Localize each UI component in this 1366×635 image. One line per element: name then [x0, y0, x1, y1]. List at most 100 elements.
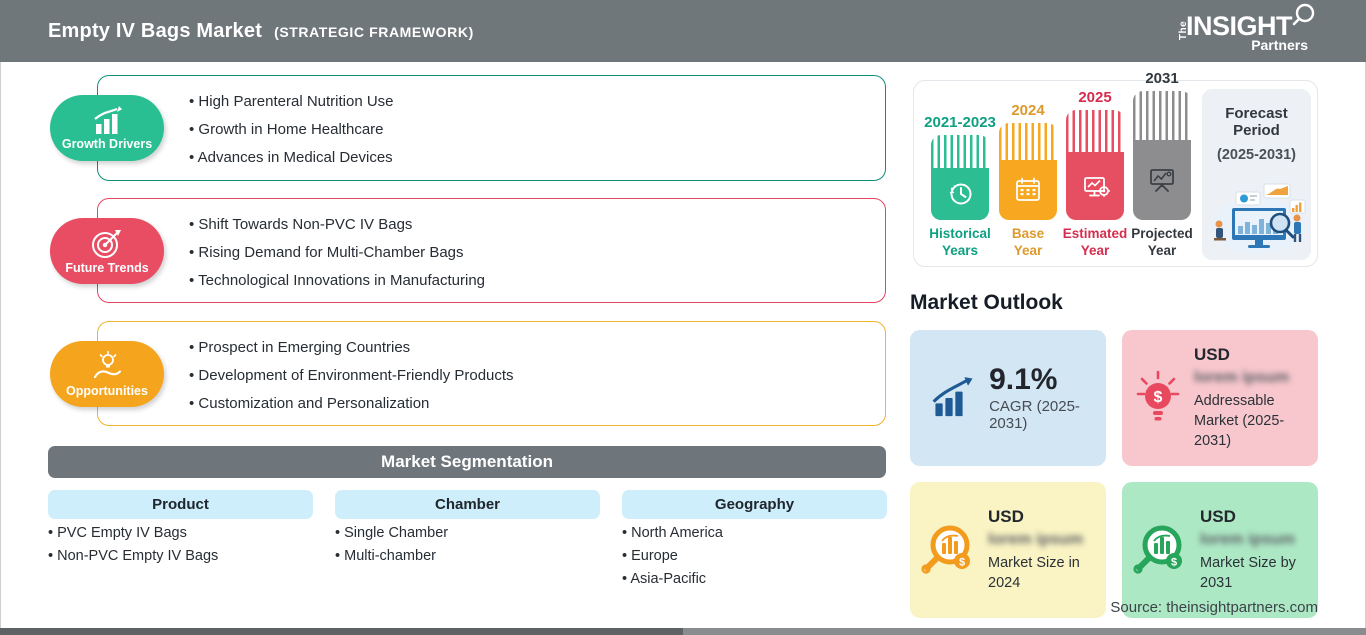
cagr-label: CAGR (2025-2031) — [989, 398, 1080, 433]
list-item: North America — [622, 525, 887, 541]
addressable-market-card: $ USD lorem ipsum Addressable Market (20… — [1122, 330, 1318, 466]
list-item: PVC Empty IV Bags — [48, 525, 313, 541]
market-size-2024-card: $ USD lorem ipsum Market Size in 2024 — [910, 482, 1106, 618]
insight-partners-logo: The INSIGHT Partners — [1178, 3, 1315, 55]
future-trends-badge: Future Trends — [50, 218, 164, 284]
card-description: Market Size by 2031 — [1200, 554, 1296, 591]
growth-driver-item: Advances in Medical Devices — [189, 149, 885, 166]
list-item: Asia-Pacific — [622, 571, 887, 587]
growth-driver-item: High Parenteral Nutrition Use — [189, 93, 885, 110]
bar-stripes — [1133, 91, 1191, 141]
future-trend-item: Shift Towards Non-PVC IV Bags — [189, 216, 885, 233]
bar-caption: Projected Year — [1131, 226, 1193, 259]
year-label: 2021-2023 — [924, 114, 996, 132]
growth-drivers-box: High Parenteral Nutrition Use Growth in … — [97, 75, 886, 181]
cagr-card: 9.1% CAGR (2025-2031) — [910, 330, 1106, 466]
segment-header-label: Product — [152, 496, 209, 513]
segment-header-chamber: Chamber — [335, 490, 600, 519]
market-size-2031-card: $ USD lorem ipsum Market Size by 2031 — [1122, 482, 1318, 618]
svg-text:$: $ — [1154, 389, 1163, 406]
chamber-segment-list: Single Chamber Multi-chamber — [335, 525, 600, 571]
infographic-page: Empty IV Bags Market (STRATEGIC FRAMEWOR… — [0, 0, 1366, 635]
page-subtitle: (STRATEGIC FRAMEWORK) — [274, 23, 474, 40]
year-label: 2024 — [1011, 102, 1045, 120]
opportunity-item: Customization and Personalization — [189, 395, 885, 412]
currency-label: USD — [1200, 506, 1236, 526]
geography-segment-list: North America Europe Asia-Pacific — [622, 525, 887, 594]
forecast-period-label: Forecast — [1225, 105, 1288, 122]
bar-caption: Base Year — [1011, 226, 1045, 259]
svg-text:$: $ — [1171, 557, 1177, 569]
segment-header-product: Product — [48, 490, 313, 519]
calendar-icon — [1016, 177, 1040, 202]
growth-drivers-label: Growth Drivers — [61, 136, 153, 151]
monitor-gear-icon — [1084, 177, 1111, 198]
segment-header-geography: Geography — [622, 490, 887, 519]
logo-partners-text: Partners — [1251, 37, 1308, 53]
bulb-hand-icon — [93, 350, 122, 378]
forecast-period-range: (2025-2031) — [1217, 147, 1296, 163]
base-year-bar: 2024 Base Year — [995, 102, 1061, 260]
bar-caption: Historical Years — [929, 226, 991, 259]
list-item: Non-PVC Empty IV Bags — [48, 548, 313, 564]
market-segmentation-title: Market Segmentation — [381, 452, 553, 471]
bar-caption: Estimated Year — [1062, 226, 1128, 259]
growth-drivers-badge: Growth Drivers — [50, 95, 164, 161]
segment-header-label: Geography — [714, 496, 795, 513]
opportunities-box: Prospect in Emerging Countries Developme… — [97, 321, 886, 426]
historical-years-bar: 2021-2023 Historical Years — [924, 114, 996, 260]
list-item: Single Chamber — [335, 525, 600, 541]
opportunity-item: Prospect in Emerging Countries — [189, 339, 885, 356]
header-titles: Empty IV Bags Market (STRATEGIC FRAMEWOR… — [48, 20, 474, 43]
header-bar: Empty IV Bags Market (STRATEGIC FRAMEWOR… — [0, 0, 1366, 62]
future-trends-label: Future Trends — [65, 260, 149, 275]
currency-label: USD — [1194, 344, 1230, 364]
blurred-market-value: lorem ipsum — [988, 530, 1084, 548]
growth-arrow-chart-icon — [932, 377, 973, 417]
list-item: Europe — [622, 548, 887, 564]
market-outlook-title: Market Outlook — [910, 291, 1063, 314]
magnifier-chart-dollar-icon: $ — [921, 525, 970, 574]
bottom-bar-right-segment — [683, 628, 1366, 635]
future-trend-item: Rising Demand for Multi-Chamber Bags — [189, 244, 885, 261]
opportunities-label: Opportunities — [66, 383, 148, 398]
magnifier-chart-dollar-icon: $ — [1133, 525, 1182, 574]
year-label: 2025 — [1078, 89, 1112, 107]
forecast-period-panel: Forecast Period (2025-2031) — [1202, 89, 1311, 260]
card-description: Addressable Market (2025-2031) — [1194, 392, 1285, 450]
bottom-bar-left-segment — [0, 628, 683, 635]
opportunity-item: Development of Environment-Friendly Prod… — [189, 367, 885, 384]
blurred-market-value: lorem ipsum — [1194, 368, 1290, 386]
bar-stripes — [999, 123, 1057, 161]
future-trend-item: Technological Innovations in Manufacturi… — [189, 272, 885, 289]
blurred-market-value: lorem ipsum — [1200, 530, 1296, 548]
timeline-panel: 2021-2023 Historical Years 2024 Base Yea… — [913, 70, 1318, 267]
clock-history-icon — [949, 183, 972, 205]
presentation-chart-icon — [1150, 169, 1174, 193]
opportunities-badge: Opportunities — [50, 341, 164, 407]
bar-stripes — [931, 135, 989, 168]
growth-driver-item: Growth in Home Healthcare — [189, 121, 885, 138]
bottom-bar — [0, 628, 1366, 635]
estimated-year-bar: 2025 Estimated Year — [1062, 89, 1128, 260]
projected-year-bar: 2031 Projected Year — [1129, 70, 1195, 260]
target-dart-icon — [92, 229, 121, 258]
analytics-illustration — [1212, 183, 1306, 254]
product-segment-list: PVC Empty IV Bags Non-PVC Empty IV Bags — [48, 525, 313, 571]
bar-chart-growth-icon — [94, 105, 123, 134]
list-item: Multi-chamber — [335, 548, 600, 564]
magnifier-icon — [1292, 3, 1315, 26]
future-trends-box: Shift Towards Non-PVC IV Bags Rising Dem… — [97, 198, 886, 303]
cagr-value: 9.1% — [989, 362, 1058, 396]
svg-text:$: $ — [959, 557, 965, 569]
forecast-period-label: Period — [1233, 122, 1280, 139]
currency-label: USD — [988, 506, 1024, 526]
bar-stripes — [1066, 110, 1124, 153]
card-description: Market Size in 2024 — [988, 554, 1080, 591]
year-label: 2031 — [1145, 70, 1179, 88]
page-title: Empty IV Bags Market — [48, 19, 263, 42]
market-segmentation-bar: Market Segmentation — [48, 446, 886, 478]
segment-header-label: Chamber — [434, 496, 501, 513]
source-attribution: Source: theinsightpartners.com — [1110, 599, 1318, 616]
bulb-dollar-icon: $ — [1136, 370, 1180, 421]
